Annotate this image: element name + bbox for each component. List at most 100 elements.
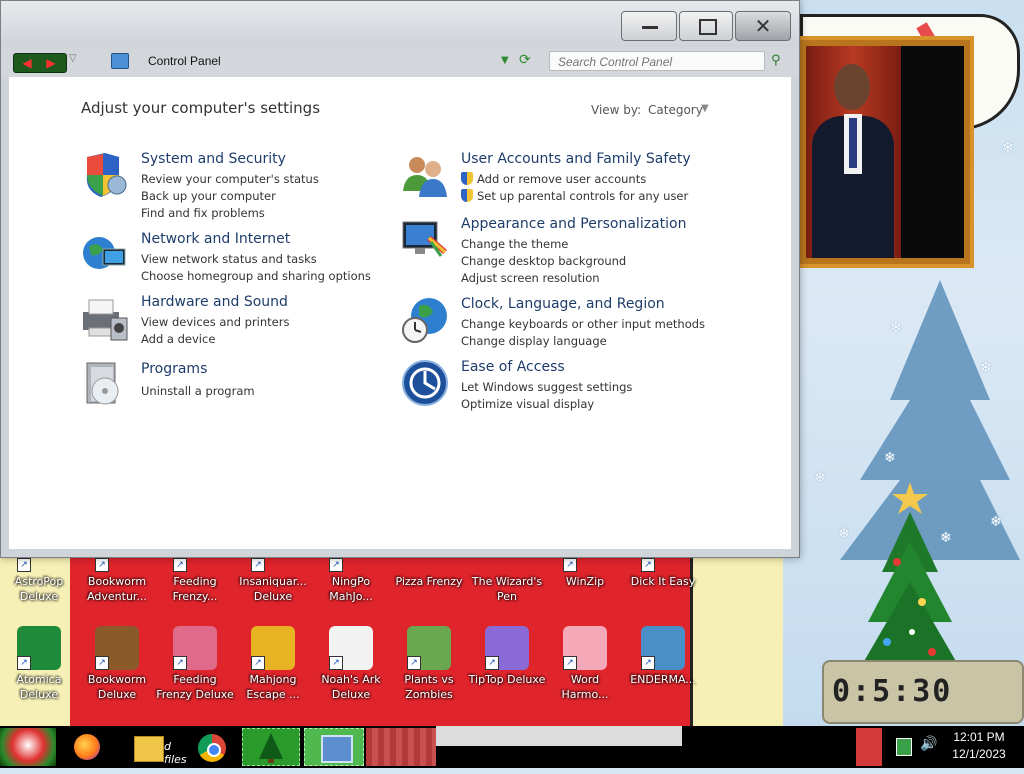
category-title[interactable]: Hardware and Sound <box>141 294 288 310</box>
task-link[interactable]: Change display language <box>461 333 705 350</box>
desktop-shape-yellow <box>690 548 783 726</box>
desktop-icon-ningpo-mahjong[interactable]: ↗ NingPo MahJo... <box>312 558 390 604</box>
category-title[interactable]: User Accounts and Family Safety <box>461 151 691 167</box>
view-by-label: View by: <box>591 103 642 117</box>
category-title[interactable]: Programs <box>141 361 207 377</box>
category-title[interactable]: Network and Internet <box>141 231 290 247</box>
desktop-icon-bookworm[interactable]: ↗ Bookworm Deluxe <box>78 626 156 702</box>
task-link[interactable]: Review your computer's status <box>141 171 319 188</box>
taskbar-explorer[interactable]: d files <box>134 728 196 766</box>
taskbar-firefox[interactable] <box>70 728 104 766</box>
view-by-dropdown[interactable]: Category <box>648 103 703 117</box>
task-link[interactable]: Set up parental controls for any user <box>461 188 688 205</box>
taskbar-tree-app[interactable] <box>242 728 300 766</box>
users-icon <box>403 157 447 197</box>
uac-shield-icon <box>461 172 473 185</box>
task-link[interactable]: Add a device <box>141 331 289 348</box>
tray-app-icon[interactable] <box>856 728 882 766</box>
winzip-icon: ↗ <box>563 558 607 572</box>
search-box[interactable] <box>549 51 765 71</box>
task-link[interactable]: Find and fix problems <box>141 205 319 222</box>
address-dropdown-icon[interactable]: ▼ <box>501 55 509 66</box>
printer-icon <box>83 299 128 341</box>
category-title[interactable]: System and Security <box>141 151 286 167</box>
maximize-button[interactable] <box>679 11 733 41</box>
task-link[interactable]: Let Windows suggest settings <box>461 379 632 396</box>
volume-icon[interactable]: 🔊 <box>920 736 938 774</box>
task-link-label: Add or remove user accounts <box>477 172 647 186</box>
task-link[interactable]: Back up your computer <box>141 188 319 205</box>
close-icon: ✕ <box>754 14 772 38</box>
bookworm-icon: ↗ <box>95 626 139 670</box>
desktop-icon-wizards-pen[interactable]: The Wizard's Pen <box>468 560 546 604</box>
taskbar-control-panel[interactable] <box>304 728 364 766</box>
cocktail-glass-icon: ↗ <box>485 626 529 670</box>
desktop-icon-word-harmony[interactable]: ↗ Word Harmo... <box>546 626 624 702</box>
forward-arrow-icon[interactable]: ▶ <box>41 56 61 70</box>
minimize-button[interactable] <box>621 11 677 41</box>
desktop-icon-winzip[interactable]: ↗ WinZip <box>546 558 624 589</box>
search-icon[interactable]: ⚲ <box>771 53 781 68</box>
desktop-icon-atomica[interactable]: ↗ Atomica Deluxe <box>0 626 78 702</box>
taskbar-chrome[interactable] <box>196 728 230 766</box>
control-panel-window[interactable]: ✕ ◀ ▶ ▽ Control Panel ▼ ⟳ ⚲ Adjust your … <box>0 0 800 558</box>
desktop-icon-plants-vs-zombies[interactable]: ↗ Plants vs Zombies <box>390 626 468 702</box>
start-button[interactable] <box>0 728 56 766</box>
task-link[interactable]: Optimize visual display <box>461 396 632 413</box>
desktop-icon-insaniquarium[interactable]: ↗ Insaniquar... Deluxe <box>234 558 312 604</box>
desktop-icon-feeding-frenzy[interactable]: ↗ Feeding Frenzy... <box>156 558 234 604</box>
task-link[interactable]: Change keyboards or other input methods <box>461 316 705 333</box>
widget-clock-digits: 0:5:30 <box>832 674 953 709</box>
task-link[interactable]: Change the theme <box>461 236 626 253</box>
control-panel-icon <box>111 53 129 69</box>
firefox-icon <box>74 734 100 760</box>
desktop-icon-dick-it-easy[interactable]: ↗ Dick It Easy <box>624 558 702 589</box>
task-link[interactable]: View network status and tasks <box>141 251 371 268</box>
back-arrow-icon[interactable]: ◀ <box>17 56 37 70</box>
task-link[interactable]: Choose homegroup and sharing options <box>141 268 371 285</box>
desktop-icon-enderman[interactable]: ↗ ENDERMA... <box>624 626 702 687</box>
tray-network[interactable] <box>896 728 914 766</box>
folder-icon <box>134 736 164 762</box>
back-forward-buttons[interactable]: ◀ ▶ <box>13 53 67 73</box>
maximize-icon <box>699 19 717 35</box>
category-title[interactable]: Appearance and Personalization <box>461 216 686 232</box>
category-title[interactable]: Clock, Language, and Region <box>461 296 665 312</box>
category-title[interactable]: Ease of Access <box>461 359 565 375</box>
clock-widget[interactable]: 0:5:30 <box>822 660 1024 724</box>
title-bar[interactable]: ✕ <box>1 1 799 47</box>
desktop-icon-astropop[interactable]: ↗ AstroPop Deluxe <box>0 558 78 604</box>
desktop-icon-bookworm-adventures[interactable]: ↗ Bookworm Adventur... <box>78 558 156 604</box>
desktop-icon-noahs-ark[interactable]: ↗ Noah's Ark Deluxe <box>312 626 390 702</box>
task-link[interactable]: Add or remove user accounts <box>461 171 688 188</box>
clock-date: 12/1/2023 <box>952 747 1006 761</box>
task-link-label: Set up parental controls for any user <box>477 189 689 203</box>
desktop-icon-pizza-frenzy[interactable]: Pizza Frenzy <box>390 560 468 589</box>
search-input[interactable] <box>556 53 760 71</box>
desktop-icon-mahjong-escape[interactable]: ↗ Mahjong Escape ... <box>234 626 312 702</box>
task-link[interactable]: Change desktop background <box>461 253 626 270</box>
refresh-icon[interactable]: ⟳ <box>519 52 531 68</box>
framed-photo <box>806 46 964 258</box>
bookworm-adventures-icon: ↗ <box>95 558 139 572</box>
task-link[interactable]: Adjust screen resolution <box>461 270 626 287</box>
network-icon <box>896 738 912 756</box>
control-panel-icon <box>321 735 353 763</box>
desktop-icon-tiptop[interactable]: ↗ TipTop Deluxe <box>468 626 546 687</box>
feeding-frenzy-icon: ↗ <box>173 558 217 572</box>
close-button[interactable]: ✕ <box>735 11 791 41</box>
chevron-down-icon[interactable]: ▼ <box>701 103 709 114</box>
task-link[interactable]: View devices and printers <box>141 314 289 331</box>
address-bar[interactable]: Control Panel <box>148 54 221 68</box>
tray-clock[interactable]: 12:01 PM 12/1/2023 <box>946 729 1012 763</box>
recent-pages-dropdown-icon[interactable]: ▽ <box>69 53 77 64</box>
flower-icon: ↗ <box>407 626 451 670</box>
taskbar: d files 🔊 12:01 PM 12/1/2023 <box>0 726 1024 768</box>
desktop-icon-feeding-frenzy-deluxe[interactable]: ↗ Feeding Frenzy Deluxe <box>156 626 234 702</box>
task-link[interactable]: Uninstall a program <box>141 383 255 400</box>
snowflake: ❄ <box>980 360 992 376</box>
document-window-icon: ↗ <box>641 626 685 670</box>
uac-shield-icon <box>461 189 473 202</box>
pizza-frenzy-icon <box>407 560 451 572</box>
taskbar-slot[interactable] <box>366 728 436 766</box>
